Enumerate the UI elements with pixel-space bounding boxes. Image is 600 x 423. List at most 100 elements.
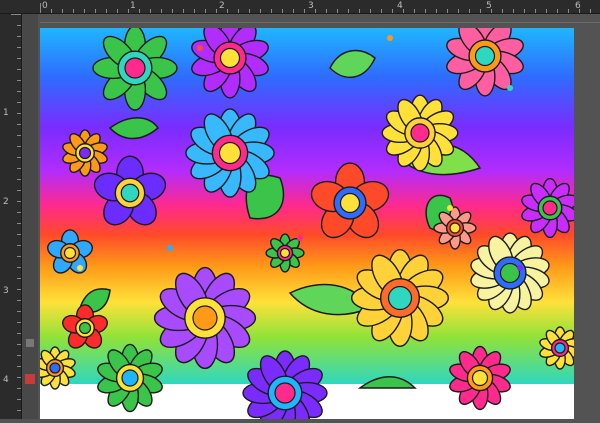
ruler-tick bbox=[139, 9, 140, 13]
ruler-tick bbox=[403, 9, 404, 13]
ruler-tick bbox=[579, 9, 580, 13]
ruler-tick bbox=[17, 91, 21, 92]
ruler-tick bbox=[491, 9, 492, 13]
ruler-tick bbox=[194, 9, 195, 13]
ruler-tick bbox=[172, 9, 173, 13]
ruler-tick bbox=[17, 223, 21, 224]
ruler-tick bbox=[17, 69, 21, 70]
ruler-tick bbox=[17, 113, 21, 114]
ruler-tick bbox=[337, 9, 338, 13]
ruler-tick bbox=[183, 9, 184, 13]
ruler-tick bbox=[62, 9, 63, 13]
flower-center bbox=[542, 200, 558, 216]
flower bbox=[92, 28, 178, 111]
ruler-tick bbox=[17, 344, 21, 345]
ruler-tick bbox=[17, 168, 21, 169]
ruler-tick bbox=[315, 9, 316, 13]
flower-center bbox=[121, 369, 139, 387]
ruler-tick bbox=[227, 9, 228, 13]
ruler-tick bbox=[370, 9, 371, 13]
ruler-tick bbox=[414, 9, 415, 13]
ruler-tick bbox=[17, 25, 21, 26]
ruler-tick bbox=[17, 333, 21, 334]
ruler-tick bbox=[425, 9, 426, 13]
ruler-tick bbox=[381, 9, 382, 13]
flower-center bbox=[499, 262, 521, 284]
ruler-tick bbox=[17, 201, 21, 202]
flower-center bbox=[554, 342, 566, 354]
ruler-tick bbox=[546, 9, 547, 13]
left-ruler[interactable]: 1 2 3 4 bbox=[0, 14, 22, 419]
ruler-tick bbox=[17, 157, 21, 158]
tool-strip[interactable] bbox=[22, 14, 38, 419]
ruler-tick bbox=[216, 9, 217, 13]
ruler-tick bbox=[17, 278, 21, 279]
ruler-tick bbox=[17, 267, 21, 268]
ruler-tick bbox=[524, 9, 525, 13]
ruler-tick bbox=[11, 14, 21, 15]
ruler-tick bbox=[73, 9, 74, 13]
ruler-tick bbox=[40, 3, 41, 13]
flower-center bbox=[279, 247, 291, 259]
ruler-tick bbox=[249, 9, 250, 13]
flower-center bbox=[124, 57, 146, 79]
ruler-tick bbox=[480, 9, 481, 13]
ruler-tick bbox=[51, 9, 52, 13]
top-ruler[interactable]: 0 1 2 3 4 5 6 bbox=[0, 0, 600, 14]
ruler-tick bbox=[84, 9, 85, 13]
ruler-top-label: 1 bbox=[130, 1, 136, 11]
flower-center bbox=[387, 285, 413, 311]
flower-center bbox=[471, 369, 489, 387]
ruler-tick bbox=[17, 179, 21, 180]
ruler-tick bbox=[568, 9, 569, 13]
flower bbox=[433, 206, 477, 250]
ruler-tick bbox=[557, 9, 558, 13]
flower-center bbox=[339, 192, 361, 214]
flower-center bbox=[49, 362, 61, 374]
ruler-tick bbox=[17, 377, 21, 378]
flower-center bbox=[449, 222, 461, 234]
ruler-top-label: 0 bbox=[42, 1, 48, 11]
ruler-tick bbox=[17, 355, 21, 356]
ruler-tick bbox=[17, 289, 21, 290]
ruler-tick bbox=[502, 9, 503, 13]
ruler-tick bbox=[17, 80, 21, 81]
ruler-tick bbox=[117, 9, 118, 13]
ruler-tick bbox=[282, 9, 283, 13]
ruler-tick bbox=[17, 366, 21, 367]
ruler-tick bbox=[17, 322, 21, 323]
ruler-tick bbox=[17, 146, 21, 147]
ruler-tick bbox=[326, 9, 327, 13]
guide-line bbox=[40, 22, 600, 23]
ruler-tick bbox=[392, 9, 393, 13]
ruler-tick bbox=[17, 36, 21, 37]
ruler-tick bbox=[17, 234, 21, 235]
ruler-tick bbox=[128, 9, 129, 13]
ruler-tick bbox=[293, 9, 294, 13]
ruler-tick bbox=[238, 9, 239, 13]
ruler-tick bbox=[260, 9, 261, 13]
ruler-tick bbox=[535, 9, 536, 13]
ruler-tick bbox=[436, 9, 437, 13]
ruler-tick bbox=[95, 9, 96, 13]
ruler-tick bbox=[304, 9, 305, 13]
ruler-tick bbox=[590, 9, 591, 13]
ruler-tick bbox=[205, 9, 206, 13]
ruler-tick bbox=[469, 9, 470, 13]
ruler-tick bbox=[17, 47, 21, 48]
ruler-top-label: 2 bbox=[219, 1, 225, 11]
flower-center bbox=[78, 321, 92, 335]
ruler-tick bbox=[17, 212, 21, 213]
ruler-tick bbox=[17, 256, 21, 257]
tool-icon[interactable] bbox=[22, 14, 38, 419]
document-canvas[interactable] bbox=[40, 28, 574, 419]
ruler-tick bbox=[348, 9, 349, 13]
ruler-left-label: 3 bbox=[3, 286, 9, 296]
artwork bbox=[40, 28, 574, 419]
ruler-tick bbox=[150, 9, 151, 13]
ruler-tick bbox=[17, 311, 21, 312]
flower-center bbox=[78, 146, 92, 160]
flower-center bbox=[192, 305, 218, 331]
ruler-tick bbox=[17, 124, 21, 125]
flower-center bbox=[219, 47, 241, 69]
